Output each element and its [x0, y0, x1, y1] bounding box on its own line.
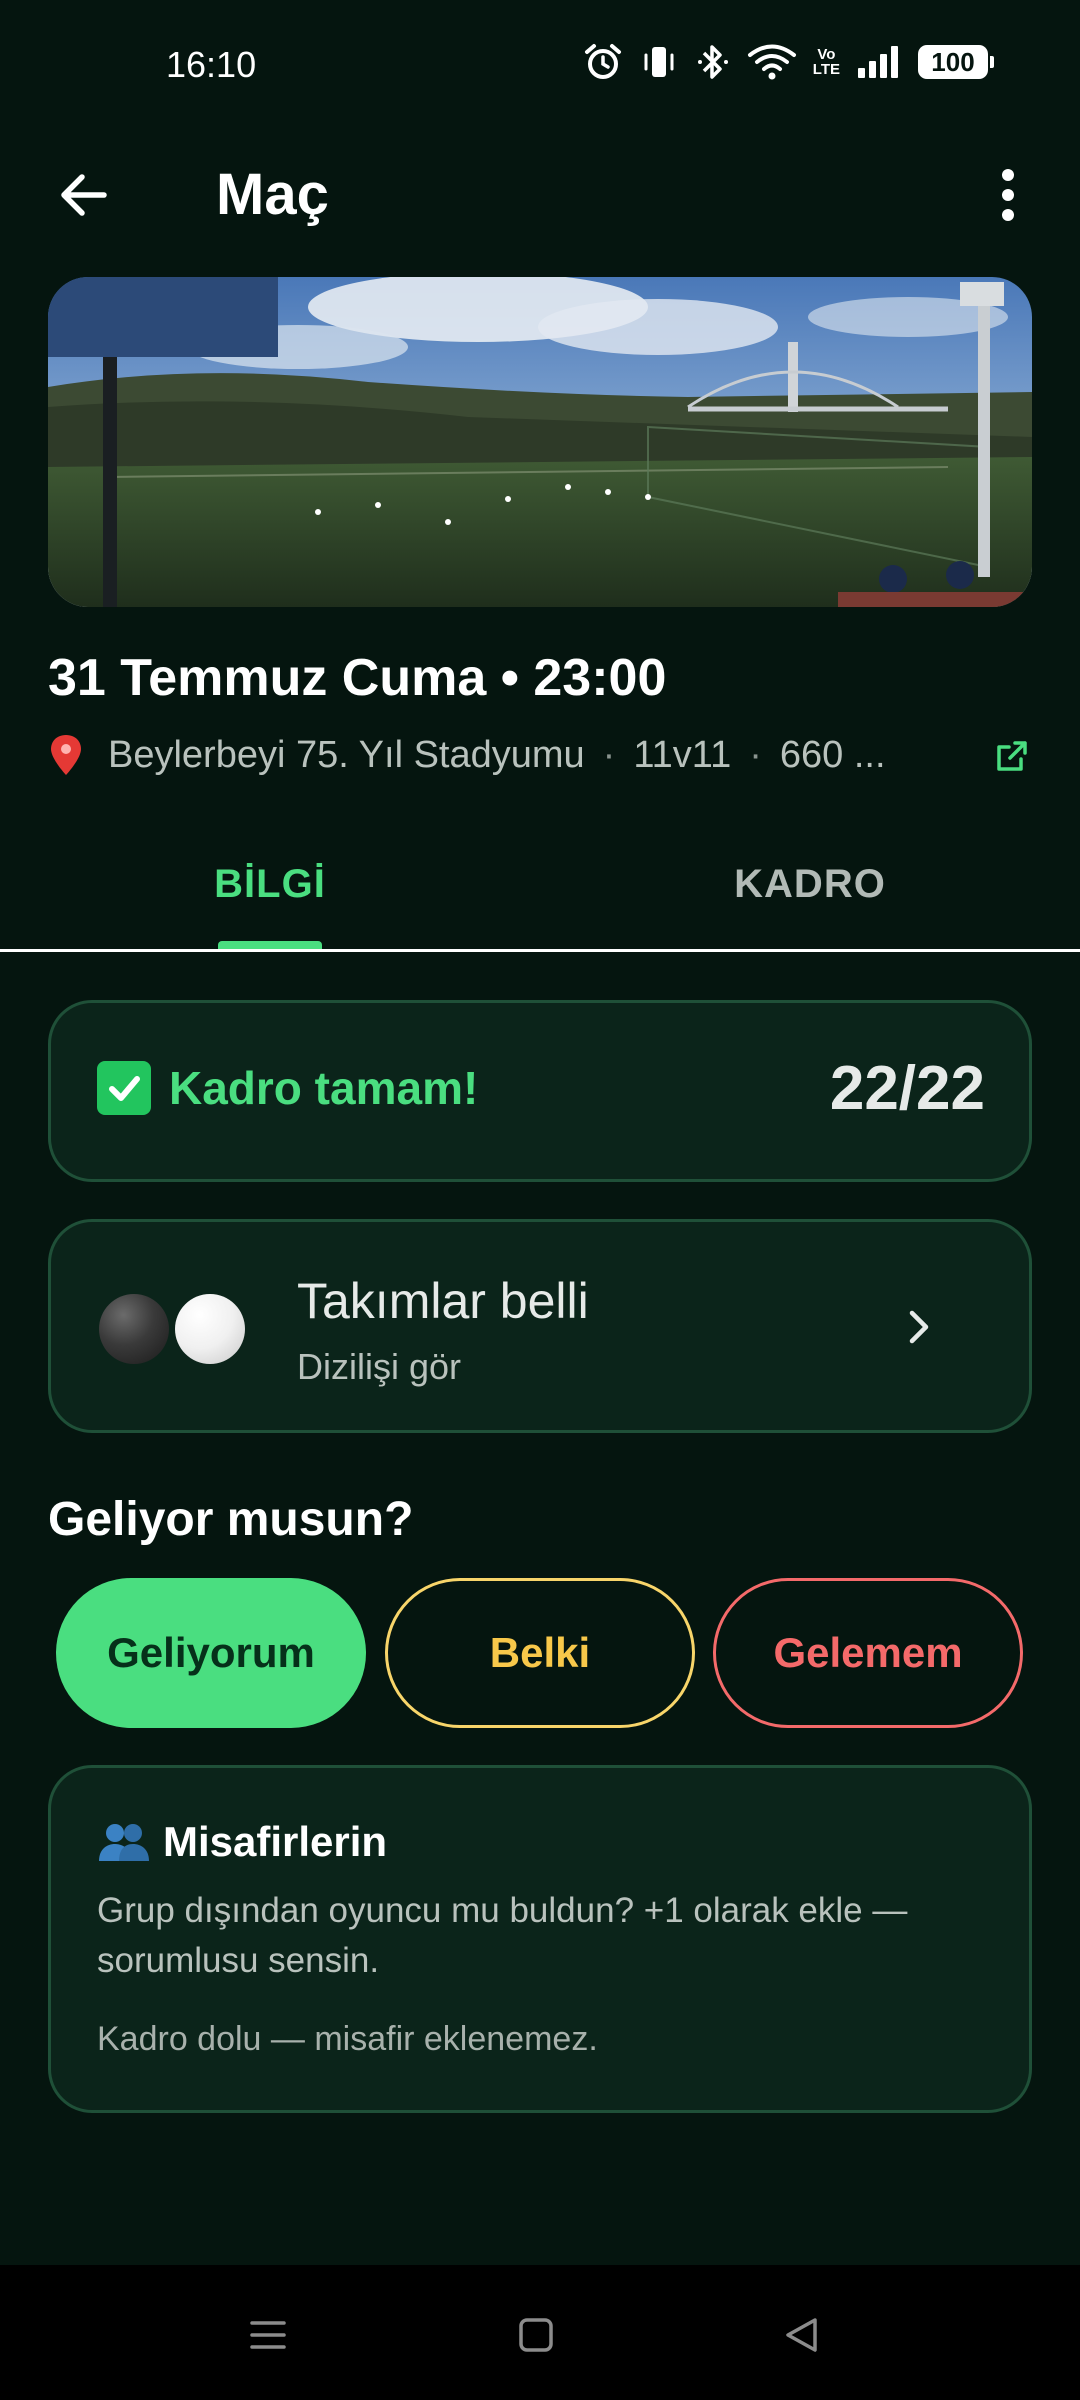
- match-meta: Beylerbeyi 75. Yıl Stadyumu · 11v11 · 66…: [48, 730, 1032, 780]
- guests-title: Misafirlerin: [97, 1818, 387, 1866]
- rsvp-no-button[interactable]: Gelemem: [713, 1578, 1023, 1728]
- volte-top-label: Vo: [817, 46, 836, 63]
- guests-card: Misafirlerin Grup dışından oyuncu mu bul…: [48, 1765, 1032, 2113]
- more-vertical-icon: [1002, 169, 1014, 221]
- match-date-time: 31 Temmuz Cuma • 23:00: [48, 649, 667, 707]
- app-bar: Maç: [0, 135, 1080, 255]
- match-price: 660 ...: [779, 733, 886, 776]
- chevron-right-icon: [899, 1302, 939, 1352]
- bluetooth-icon: [695, 42, 731, 82]
- home-square-icon: [519, 2318, 553, 2352]
- rsvp-yes-button[interactable]: Geliyorum: [56, 1578, 366, 1728]
- home-button[interactable]: [506, 2305, 566, 2365]
- teams-subtitle: Dizilişi gör: [297, 1346, 462, 1387]
- volte-bottom-label: LTE: [812, 61, 840, 78]
- guests-title-text: Misafirlerin: [163, 1818, 388, 1865]
- squad-count: 22/22: [829, 1054, 985, 1123]
- battery-icon: 100: [918, 45, 994, 79]
- white-team-icon: [175, 1294, 245, 1364]
- status-icons: Vo LTE 100: [583, 42, 994, 82]
- back-triangle-icon: [786, 2318, 817, 2352]
- volte-icon: Vo LTE: [813, 47, 840, 77]
- meta-separator: ·: [749, 733, 762, 776]
- alarm-icon: [583, 42, 623, 82]
- black-team-icon: [99, 1294, 169, 1364]
- team-colors: [99, 1294, 245, 1364]
- guests-description: Grup dışından oyuncu mu buldun? +1 olara…: [97, 1891, 908, 1980]
- tab-indicator: [218, 941, 322, 949]
- rsvp-maybe-button[interactable]: Belki: [385, 1578, 695, 1728]
- check-icon: [97, 1061, 151, 1115]
- back-button[interactable]: [48, 159, 120, 231]
- arrow-left-icon: [61, 174, 107, 216]
- match-format: 11v11: [633, 733, 732, 776]
- status-time: 16:10: [166, 44, 257, 85]
- stadium-photo: [48, 277, 1032, 607]
- match-screen: 16:10 Vo LTE 100 Maç 31 Temmuz Cuma • 23…: [0, 0, 1080, 2400]
- system-nav-bar: [0, 2265, 1080, 2400]
- recents-button[interactable]: [238, 2305, 298, 2365]
- tab-info[interactable]: BİLGİ: [0, 820, 540, 949]
- external-link-icon[interactable]: [992, 736, 1032, 776]
- tab-bar: BİLGİ KADRO: [0, 820, 1080, 952]
- meta-separator: ·: [602, 733, 616, 776]
- guests-note: Kadro dolu — misafir eklenemez.: [97, 2020, 598, 2058]
- status-bar: 16:10 Vo LTE 100: [0, 0, 1080, 130]
- map-pin-icon: [48, 733, 92, 777]
- teams-card[interactable]: Takımlar belli Dizilişi gör: [48, 1219, 1032, 1433]
- system-back-button[interactable]: [772, 2305, 832, 2365]
- rsvp-question: Geliyor musun?: [48, 1493, 414, 1546]
- squad-status-card: Kadro tamam! 22/22: [48, 1000, 1032, 1182]
- vibrate-icon: [639, 42, 679, 82]
- wifi-icon: [747, 42, 797, 82]
- tab-roster[interactable]: KADRO: [540, 820, 1080, 949]
- people-icon: [97, 1819, 151, 1865]
- signal-icon: [856, 42, 902, 82]
- squad-status-text: Kadro tamam!: [169, 1062, 479, 1114]
- more-options-button[interactable]: [976, 159, 1040, 231]
- venue-name: Beylerbeyi 75. Yıl Stadyumu: [108, 733, 585, 776]
- squad-status: Kadro tamam!: [97, 1061, 478, 1115]
- menu-icon: [250, 2321, 286, 2349]
- page-title: Maç: [216, 162, 329, 227]
- teams-title: Takımlar belli: [297, 1273, 589, 1329]
